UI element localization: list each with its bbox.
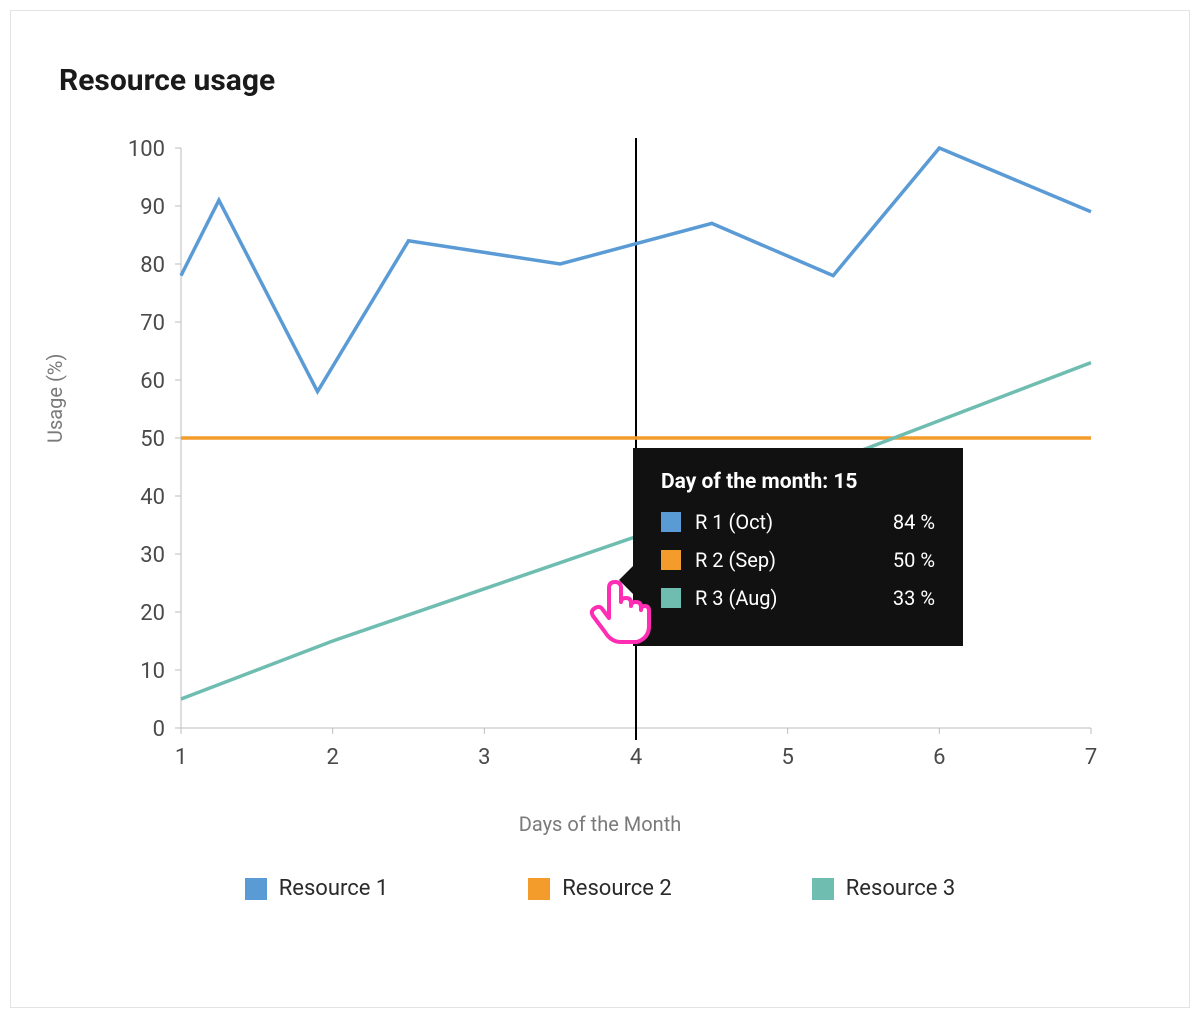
x-axis-label: Days of the Month <box>51 812 1149 836</box>
svg-text:30: 30 <box>140 543 165 568</box>
legend-item-resource-2[interactable]: Resource 2 <box>528 876 672 901</box>
legend-item-resource-3[interactable]: Resource 3 <box>812 876 956 901</box>
svg-text:5: 5 <box>781 745 793 770</box>
svg-text:4: 4 <box>630 745 642 770</box>
svg-text:60: 60 <box>140 369 165 394</box>
tooltip-label: R 1 (Oct) <box>695 510 863 534</box>
y-tick-group: 0 10 20 30 40 50 60 70 80 90 100 <box>128 137 181 742</box>
svg-text:40: 40 <box>140 485 165 510</box>
tooltip-row: R 3 (Aug) 33 % <box>661 586 935 610</box>
svg-text:80: 80 <box>140 253 165 278</box>
svg-text:0: 0 <box>153 717 165 742</box>
swatch-icon <box>528 878 550 900</box>
swatch-icon <box>661 588 681 608</box>
tooltip-value: 50 % <box>893 548 935 572</box>
svg-text:50: 50 <box>140 427 165 452</box>
tooltip-label: R 3 (Aug) <box>695 586 863 610</box>
svg-text:20: 20 <box>140 601 165 626</box>
chart-card: Resource usage Usage (%) 010203040506070… <box>10 10 1190 1008</box>
svg-text:6: 6 <box>933 745 945 770</box>
chart-area[interactable]: Usage (%) 0102030405060708090100 1234567… <box>51 128 1149 836</box>
chart-svg[interactable]: 0 10 20 30 40 50 60 70 80 90 100 1 2 3 4 5 6 7 <box>71 128 1131 788</box>
tooltip-row: R 2 (Sep) 50 % <box>661 548 935 572</box>
chart-tooltip: Day of the month: 15 R 1 (Oct) 84 % R 2 … <box>633 448 963 646</box>
svg-text:3: 3 <box>478 745 490 770</box>
swatch-icon <box>661 512 681 532</box>
svg-text:2: 2 <box>326 745 338 770</box>
y-axis-label: Usage (%) <box>43 354 67 443</box>
tooltip-header: Day of the month: 15 <box>661 470 935 494</box>
legend-label: Resource 1 <box>279 876 389 901</box>
legend-label: Resource 2 <box>562 876 672 901</box>
svg-text:70: 70 <box>140 311 165 336</box>
legend-item-resource-1[interactable]: Resource 1 <box>245 876 389 901</box>
tooltip-arrow-icon <box>619 566 633 594</box>
svg-text:7: 7 <box>1085 745 1097 770</box>
legend-label: Resource 3 <box>846 876 956 901</box>
tooltip-value: 84 % <box>893 510 935 534</box>
tooltip-row: R 1 (Oct) 84 % <box>661 510 935 534</box>
legend: Resource 1 Resource 2 Resource 3 <box>51 876 1149 901</box>
tooltip-value: 33 % <box>893 586 935 610</box>
chart-title: Resource usage <box>59 63 1149 98</box>
svg-text:90: 90 <box>140 195 165 220</box>
svg-text:1: 1 <box>175 745 187 770</box>
svg-text:100: 100 <box>128 137 165 162</box>
swatch-icon <box>245 878 267 900</box>
swatch-icon <box>661 550 681 570</box>
swatch-icon <box>812 878 834 900</box>
svg-text:10: 10 <box>140 659 165 684</box>
tooltip-label: R 2 (Sep) <box>695 548 863 572</box>
